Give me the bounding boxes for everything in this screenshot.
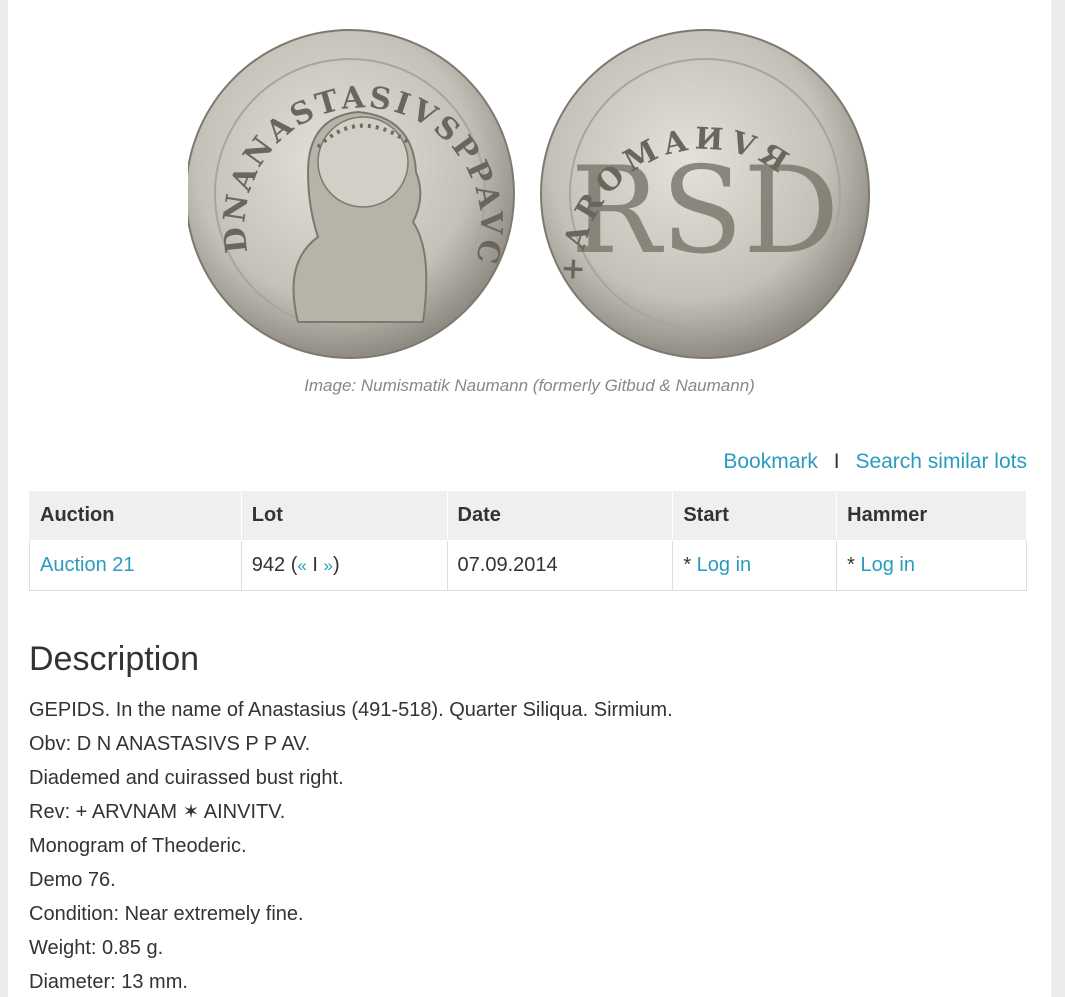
start-prefix: * <box>683 554 697 576</box>
cell-start: * Log in <box>672 540 838 591</box>
lot-nav-divider: I <box>306 554 324 576</box>
action-separator: I <box>833 450 840 473</box>
coin-obverse: DNANASTASIVSPPAVC <box>188 29 515 359</box>
description-line: Monogram of Theoderic. <box>29 835 247 857</box>
image-caption: Image: Numismatik Naumann (formerly Gitb… <box>304 376 755 395</box>
cell-auction: Auction 21 <box>29 540 242 591</box>
header-lot: Lot <box>240 490 448 541</box>
header-auction: Auction <box>29 490 242 541</box>
next-lot-link[interactable]: » <box>324 556 333 575</box>
hammer-login-link[interactable]: Log in <box>860 554 915 576</box>
description-line: Diameter: 13 mm. <box>29 971 188 993</box>
lot-table: Auction Lot Date Start Hammer Auction 21… <box>29 490 1027 591</box>
lot-close: ) <box>332 554 340 576</box>
header-hammer: Hammer <box>836 490 1027 541</box>
description-line: Obv: D N ANASTASIVS P P AV. <box>29 733 311 755</box>
cell-hammer: * Log in <box>836 540 1027 591</box>
start-login-link[interactable]: Log in <box>697 554 752 576</box>
description-body: GEPIDS. In the name of Anastasius (491-5… <box>29 693 673 997</box>
auction-link[interactable]: Auction 21 <box>40 554 135 576</box>
lot-actions: Bookmark I Search similar lots <box>723 450 1027 474</box>
table-header-row: Auction Lot Date Start Hammer <box>29 490 1027 541</box>
table-row: Auction 21 942 (« I ») 07.09.2014 * Log … <box>29 540 1027 591</box>
search-similar-lots-link[interactable]: Search similar lots <box>855 450 1027 473</box>
description-line: Demo 76. <box>29 869 116 891</box>
page: DNANASTASIVSPPAVC RSD +AROMAИVЯ Image: N… <box>8 0 1051 997</box>
coin-image[interactable]: DNANASTASIVSPPAVC RSD +AROMAИVЯ <box>188 22 878 367</box>
header-date: Date <box>446 490 674 541</box>
description-line: Weight: 0.85 g. <box>29 937 164 959</box>
coin-reverse: RSD +AROMAИVЯ <box>540 29 870 359</box>
description-line: GEPIDS. In the name of Anastasius (491-5… <box>29 699 673 721</box>
description-title: Description <box>29 640 200 678</box>
header-start: Start <box>672 490 838 541</box>
description-line: Rev: + ARVNAM ✶ AINVITV. <box>29 801 286 823</box>
cell-date: 07.09.2014 <box>446 540 674 591</box>
description-line: Diademed and cuirassed bust right. <box>29 767 344 789</box>
coin-image-area: DNANASTASIVSPPAVC RSD +AROMAИVЯ Image: N… <box>8 0 1051 410</box>
cell-lot: 942 (« I ») <box>240 540 448 591</box>
lot-number: 942 ( <box>251 554 298 576</box>
previous-lot-link[interactable]: « <box>297 556 306 575</box>
bookmark-link[interactable]: Bookmark <box>723 450 818 473</box>
hammer-prefix: * <box>847 554 861 576</box>
description-line: Condition: Near extremely fine. <box>29 903 304 925</box>
